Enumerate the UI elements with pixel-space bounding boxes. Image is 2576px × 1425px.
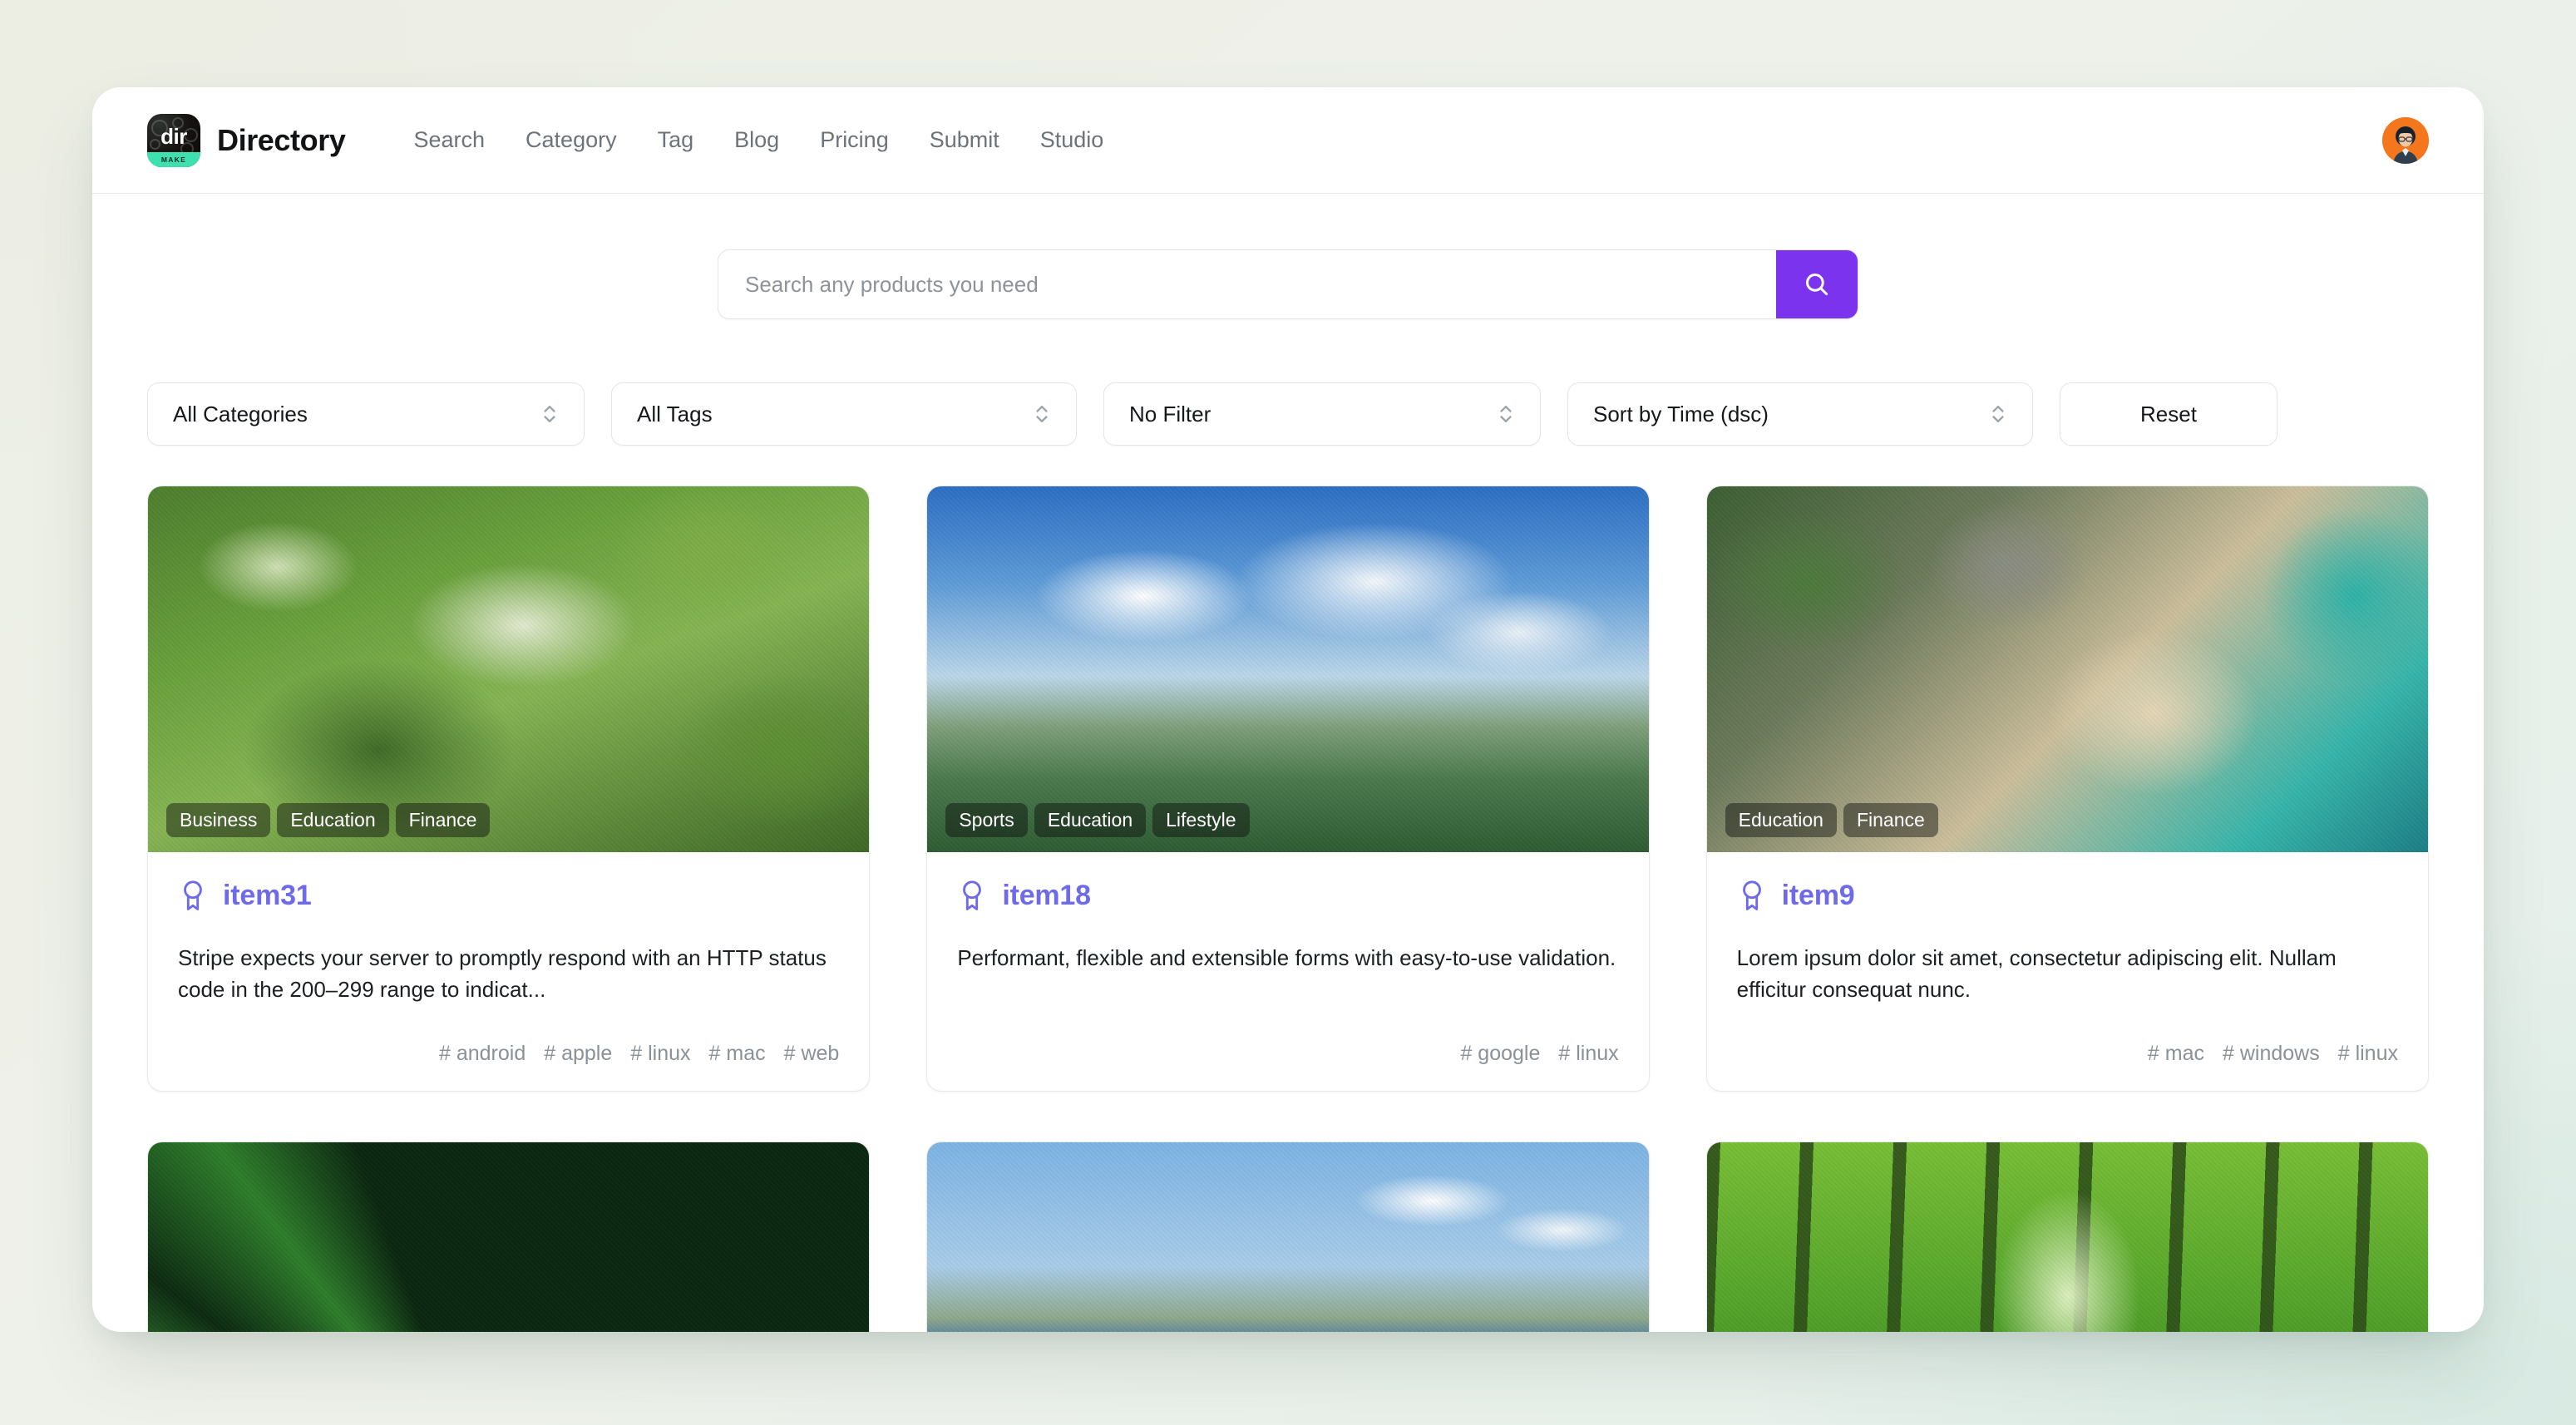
category-chip[interactable]: Finance [1843, 803, 1938, 837]
card-tag-list: # android # apple # linux # mac # web [178, 1042, 839, 1066]
award-ribbon-icon [957, 879, 987, 912]
card-image: Sports Education Lifestyle [927, 486, 1648, 852]
category-select-value: All Categories [173, 402, 308, 427]
bright-green-forest-image [1707, 1142, 2428, 1332]
aerial-green-landscape-image [148, 486, 869, 852]
category-chip[interactable]: Lifestyle [1152, 803, 1249, 837]
logo-badge-text: MAKE [147, 152, 200, 167]
search-icon [1803, 270, 1831, 298]
result-card[interactable] [926, 1141, 1649, 1332]
card-tag[interactable]: # google [1460, 1042, 1540, 1066]
card-tag[interactable]: # apple [544, 1042, 612, 1066]
search-bar [718, 249, 1858, 319]
result-card[interactable]: Business Education Finance item31 Stripe… [147, 486, 870, 1092]
category-chip[interactable]: Education [1725, 803, 1837, 837]
user-avatar[interactable] [2382, 117, 2429, 164]
tags-select[interactable]: All Tags [611, 382, 1077, 446]
card-category-list: Business Education Finance [166, 803, 490, 837]
category-chip[interactable]: Education [1034, 803, 1146, 837]
rocky-turquoise-beach-image [1707, 486, 2428, 852]
award-ribbon-icon [178, 879, 208, 912]
search-input[interactable] [718, 250, 1776, 318]
card-tag[interactable]: # windows [2223, 1042, 2320, 1066]
filter-bar: All Categories All Tags No Filter Sort b… [92, 319, 2484, 446]
card-title-row: item31 [178, 879, 839, 912]
chevron-up-down-icon [1033, 402, 1051, 427]
card-title-row: item18 [957, 879, 1618, 912]
card-description: Stripe expects your server to promptly r… [178, 942, 839, 1007]
chevron-up-down-icon [1989, 402, 2007, 427]
card-tag[interactable]: # mac [2148, 1042, 2204, 1066]
card-tag[interactable]: # linux [630, 1042, 690, 1066]
card-image [1707, 1142, 2428, 1332]
category-chip[interactable]: Business [166, 803, 270, 837]
card-tag-list: # mac # windows # linux [1737, 1042, 2398, 1066]
site-header: dir MAKE Directory Search Category Tag B… [92, 87, 2484, 194]
dark-green-palm-leaves-image [148, 1142, 869, 1332]
card-title[interactable]: item18 [1002, 880, 1091, 912]
brand-logo[interactable]: dir MAKE Directory [147, 114, 345, 167]
category-chip[interactable]: Education [277, 803, 388, 837]
filter-select[interactable]: No Filter [1103, 382, 1541, 446]
result-card[interactable]: Education Finance item9 Lorem ipsum dolo… [1706, 486, 2429, 1092]
card-title[interactable]: item9 [1782, 880, 1855, 912]
chevron-up-down-icon [540, 402, 559, 427]
result-card[interactable] [1706, 1141, 2429, 1332]
filter-select-value: No Filter [1129, 402, 1211, 427]
card-description: Performant, flexible and extensible form… [957, 942, 1618, 1007]
nav-item-tag[interactable]: Tag [658, 127, 694, 153]
avatar-illustration-icon [2382, 117, 2429, 164]
nav-item-blog[interactable]: Blog [734, 127, 779, 153]
main-nav: Search Category Tag Blog Pricing Submit … [413, 127, 1103, 153]
results-grid: Business Education Finance item31 Stripe… [92, 446, 2484, 1332]
card-image [927, 1142, 1648, 1332]
logo-text: dir [147, 126, 200, 147]
result-card[interactable] [147, 1141, 870, 1332]
card-category-list: Sports Education Lifestyle [945, 803, 1249, 837]
coastal-cliffs-and-sea-image [927, 1142, 1648, 1332]
card-image: Business Education Finance [148, 486, 869, 852]
card-tag[interactable]: # android [439, 1042, 526, 1066]
blue-sky-over-mountains-image [927, 486, 1648, 852]
card-image: Education Finance [1707, 486, 2428, 852]
card-tag[interactable]: # mac [709, 1042, 766, 1066]
category-chip[interactable]: Finance [396, 803, 491, 837]
card-tag-list: # google # linux [957, 1042, 1618, 1066]
chevron-up-down-icon [1497, 402, 1515, 427]
nav-item-studio[interactable]: Studio [1040, 127, 1104, 153]
search-submit-button[interactable] [1776, 250, 1858, 318]
card-tag[interactable]: # web [784, 1042, 840, 1066]
tags-select-value: All Tags [637, 402, 713, 427]
app-window: dir MAKE Directory Search Category Tag B… [92, 87, 2484, 1332]
card-category-list: Education Finance [1725, 803, 1938, 837]
sort-select[interactable]: Sort by Time (dsc) [1567, 382, 2033, 446]
card-body: item31 Stripe expects your server to pro… [148, 852, 869, 1091]
card-title[interactable]: item31 [223, 880, 312, 912]
sort-select-value: Sort by Time (dsc) [1593, 402, 1769, 427]
category-chip[interactable]: Sports [945, 803, 1027, 837]
directory-logo-icon: dir MAKE [147, 114, 200, 167]
card-description: Lorem ipsum dolor sit amet, consectetur … [1737, 942, 2398, 1007]
card-body: item9 Lorem ipsum dolor sit amet, consec… [1707, 852, 2428, 1091]
result-card[interactable]: Sports Education Lifestyle item18 Perfor… [926, 486, 1649, 1092]
brand-name: Directory [217, 123, 345, 158]
category-select[interactable]: All Categories [147, 382, 585, 446]
card-image [148, 1142, 869, 1332]
search-section [92, 194, 2484, 319]
card-title-row: item9 [1737, 879, 2398, 912]
card-tag[interactable]: # linux [2338, 1042, 2398, 1066]
card-body: item18 Performant, flexible and extensib… [927, 852, 1648, 1091]
nav-item-submit[interactable]: Submit [930, 127, 999, 153]
nav-item-search[interactable]: Search [413, 127, 485, 153]
nav-item-pricing[interactable]: Pricing [820, 127, 889, 153]
card-tag[interactable]: # linux [1558, 1042, 1618, 1066]
award-ribbon-icon [1737, 879, 1767, 912]
nav-item-category[interactable]: Category [526, 127, 617, 153]
reset-button[interactable]: Reset [2060, 382, 2277, 446]
